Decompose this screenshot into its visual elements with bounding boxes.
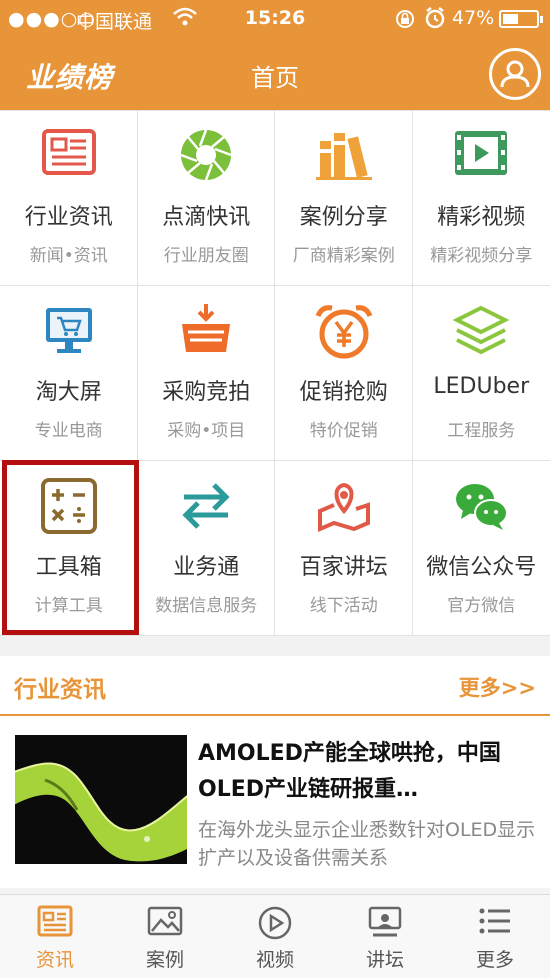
image-icon xyxy=(110,905,220,941)
user-profile-button[interactable] xyxy=(489,48,541,100)
grid-item-subtitle: 线下活动 xyxy=(309,596,378,616)
news-section-header: 行业资讯 更多>> xyxy=(0,656,550,716)
tab-more[interactable]: 更多 xyxy=(440,895,550,978)
tab-cases[interactable]: 案例 xyxy=(110,895,220,978)
lecture-icon xyxy=(330,905,440,941)
grid-item-subtitle: 数据信息服务 xyxy=(155,596,258,616)
grid-item-subtitle: 新闻•资讯 xyxy=(29,246,108,266)
news-more-link[interactable]: 更多>> xyxy=(459,672,536,702)
play-icon xyxy=(220,905,330,941)
grid-item-subtitle: 行业朋友圈 xyxy=(163,246,249,266)
battery-percent: 47% xyxy=(452,7,495,29)
app-header: 业绩榜 首页 xyxy=(0,38,550,110)
alarm-icon xyxy=(424,6,446,35)
status-bar: ●●●○○ 中国联通 15:26 47% xyxy=(0,0,550,38)
grid-item-subtitle: 官方微信 xyxy=(447,596,516,616)
newspaper-icon xyxy=(0,127,138,187)
news-list-item[interactable]: AMOLED产能全球哄抢，中国OLED产业链研报重… 在海外龙头显示企业悉数针对… xyxy=(0,718,550,886)
grid-item-subtitle: 工程服务 xyxy=(447,421,516,441)
grid-item-cases[interactable]: 案例分享 厂商精彩案例 xyxy=(275,111,413,286)
news-thumbnail xyxy=(15,735,187,864)
grid-item-industry-news[interactable]: 行业资讯 新闻•资讯 xyxy=(0,111,138,286)
section-gap xyxy=(0,636,550,656)
grid-item-leduber[interactable]: LEDUber 工程服务 xyxy=(412,286,550,461)
grid-item-title: 微信公众号 xyxy=(426,555,537,580)
grid-item-wechat[interactable]: 微信公众号 官方微信 xyxy=(412,461,550,636)
grid-item-videos[interactable]: 精彩视频 精彩视频分享 xyxy=(412,111,550,286)
grid-item-subtitle: 采购•项目 xyxy=(167,421,246,441)
aperture-icon xyxy=(138,127,276,187)
grid-item-subtitle: 专业电商 xyxy=(34,421,103,441)
tab-label: 案例 xyxy=(145,949,184,971)
grid-item-title: LEDUber xyxy=(433,374,530,399)
news-section-title: 行业资讯 xyxy=(14,677,106,703)
battery-icon xyxy=(499,10,543,28)
grid-item-title: 精彩视频 xyxy=(437,205,526,230)
grid-item-forum[interactable]: 百家讲坛 线下活动 xyxy=(275,461,413,636)
grid-item-subtitle: 厂商精彩案例 xyxy=(292,246,395,266)
grid-item-business[interactable]: 业务通 数据信息服务 xyxy=(137,461,276,636)
page-title: 首页 xyxy=(251,64,299,92)
list-icon xyxy=(440,905,550,941)
grid-item-procurement-bidding[interactable]: 采购竞拍 采购•项目 xyxy=(137,286,276,461)
grid-item-big-screen-shop[interactable]: 淘大屏 专业电商 xyxy=(0,286,138,461)
layers-icon xyxy=(413,302,550,362)
tab-label: 资讯 xyxy=(35,949,74,971)
wechat-icon xyxy=(413,477,550,537)
tab-label: 更多 xyxy=(475,949,514,971)
grid-item-promotion[interactable]: 促销抢购 特价促销 xyxy=(275,286,413,461)
news-summary: 在海外龙头显示企业悉数针对OLED显示扩产以及设备供需关系 xyxy=(198,819,536,869)
selection-highlight-box xyxy=(2,460,139,635)
monitor-cart-icon xyxy=(0,302,138,362)
basket-icon xyxy=(138,302,276,362)
news-headline: AMOLED产能全球哄抢，中国OLED产业链研报重… xyxy=(198,741,501,802)
tab-label: 讲坛 xyxy=(365,949,404,971)
news-icon xyxy=(0,905,110,941)
grid-item-subtitle: 特价促销 xyxy=(309,421,378,441)
tab-label: 视频 xyxy=(255,949,294,971)
user-icon xyxy=(500,60,530,88)
books-icon xyxy=(275,127,413,187)
grid-item-title: 行业资讯 xyxy=(24,205,113,230)
grid-item-title: 采购竞拍 xyxy=(162,380,251,405)
grid-item-title: 业务通 xyxy=(173,555,240,580)
grid-item-title: 淘大屏 xyxy=(35,380,102,405)
film-icon xyxy=(413,127,550,187)
tab-forum[interactable]: 讲坛 xyxy=(330,895,440,978)
bottom-tab-bar: 资讯 案例 视频 讲坛 更多 xyxy=(0,894,550,978)
grid-item-title: 百家讲坛 xyxy=(299,555,388,580)
tab-news[interactable]: 资讯 xyxy=(0,895,110,978)
grid-item-title: 促销抢购 xyxy=(299,380,388,405)
exchange-arrows-icon xyxy=(138,477,276,537)
grid-item-quick-news[interactable]: 点滴快讯 行业朋友圈 xyxy=(137,111,276,286)
grid-item-title: 案例分享 xyxy=(299,205,388,230)
rotation-lock-icon xyxy=(394,8,416,35)
tab-videos[interactable]: 视频 xyxy=(220,895,330,978)
grid-item-title: 点滴快讯 xyxy=(162,205,251,230)
yen-alarm-icon xyxy=(275,302,413,362)
grid-item-subtitle: 精彩视频分享 xyxy=(430,246,533,266)
map-pin-icon xyxy=(275,477,413,537)
